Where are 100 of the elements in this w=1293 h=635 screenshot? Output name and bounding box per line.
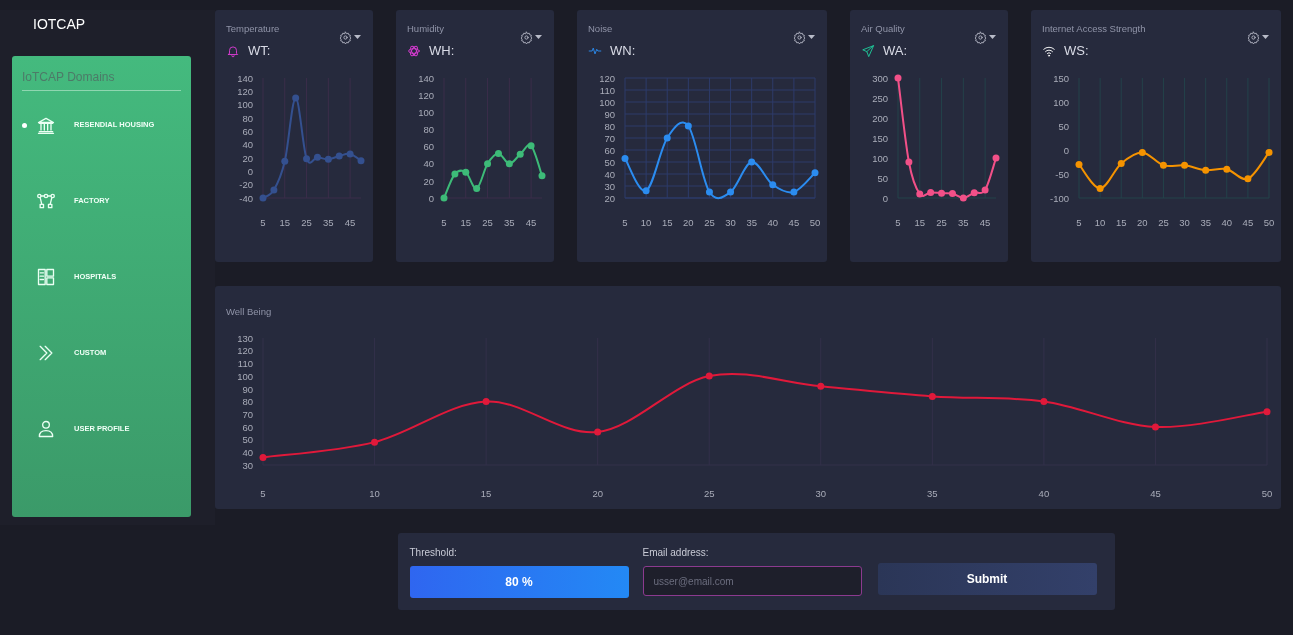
point	[938, 189, 946, 197]
axis-label: 10	[1094, 217, 1106, 228]
point	[817, 382, 825, 390]
axis-label: 35	[927, 488, 938, 499]
point	[505, 160, 513, 168]
point	[1138, 148, 1146, 156]
card-title: Humidity	[407, 22, 444, 36]
point	[621, 154, 629, 162]
settings-icon	[1247, 30, 1260, 44]
axis-label: 110	[237, 358, 253, 370]
axis-label: 80	[242, 112, 253, 124]
axis-label: 30	[604, 180, 615, 192]
axis-label: 45	[788, 217, 800, 228]
field-label: Email address:	[642, 546, 710, 560]
axis-label: 30	[1179, 217, 1190, 228]
point	[1265, 148, 1273, 156]
reading-label: WH:	[429, 42, 455, 61]
axis-label: 120	[599, 72, 615, 84]
axis-label: 70	[604, 132, 615, 144]
selected-dot	[22, 122, 27, 128]
reading-label: WT:	[248, 42, 271, 61]
axis-label: 5	[441, 217, 447, 228]
axis-label: 5	[895, 217, 901, 228]
point	[1263, 408, 1271, 416]
settings-dropdown[interactable]	[793, 30, 815, 44]
point	[1244, 175, 1252, 183]
axis-label: 300	[872, 72, 888, 84]
settings-dropdown[interactable]	[339, 30, 361, 44]
axis-label: 50	[809, 217, 821, 228]
point	[1040, 398, 1048, 405]
axis-label: -40	[239, 192, 253, 204]
axis-label: 5	[260, 217, 266, 228]
point	[324, 155, 332, 163]
axis-label: 45	[344, 217, 356, 228]
point	[748, 158, 756, 166]
axis-label: -20	[239, 179, 253, 191]
point	[538, 172, 546, 180]
point	[259, 194, 267, 202]
caret-icon	[535, 34, 542, 40]
axis-label: 50	[1263, 217, 1275, 228]
axis-label: 5	[1076, 217, 1082, 228]
axis-label: 30	[242, 459, 253, 471]
point	[684, 122, 692, 130]
point	[1096, 184, 1104, 192]
axis-label: 35	[958, 217, 969, 228]
point	[790, 188, 798, 196]
axis-label: 40	[767, 217, 779, 228]
axis-label: 0	[1063, 144, 1069, 156]
axis-label: 50	[877, 172, 888, 184]
axis-label: 25	[482, 217, 493, 228]
axis-label: 15	[460, 217, 472, 228]
axis-label: 90	[604, 108, 615, 120]
settings-icon	[793, 30, 806, 44]
point	[769, 181, 777, 189]
axis-label: 15	[914, 217, 926, 228]
axis-label: 10	[369, 488, 380, 499]
axis-label: 45	[1242, 217, 1254, 228]
point	[992, 154, 1000, 162]
axis-label: 15	[279, 217, 291, 228]
axis-label: 10	[640, 217, 652, 228]
axis-label: 150	[872, 132, 888, 144]
axis-label: 5	[260, 488, 266, 499]
point	[927, 188, 935, 196]
email-field[interactable]: usser@email.com	[642, 566, 862, 596]
settings-dropdown[interactable]	[520, 30, 542, 44]
axis-label: 25	[1158, 217, 1169, 228]
axis-label: 25	[703, 488, 715, 499]
point	[811, 169, 819, 177]
building-icon	[36, 267, 56, 287]
settings-icon	[520, 30, 533, 44]
point	[270, 186, 278, 194]
bell-icon	[226, 44, 240, 58]
axis-label: 25	[936, 217, 947, 228]
axis-label: 40	[242, 139, 253, 151]
axis-label: 100	[237, 370, 253, 382]
settings-dropdown[interactable]	[974, 30, 996, 44]
point	[494, 149, 502, 157]
axis-label: 80	[242, 396, 253, 408]
atom-icon	[407, 44, 421, 58]
submit-button[interactable]: Submit	[877, 563, 1097, 595]
settings-dropdown[interactable]	[1247, 30, 1269, 44]
point	[527, 142, 535, 150]
axis-label: 15	[480, 488, 492, 499]
axis-label: 50	[604, 156, 615, 168]
settings-icon	[339, 30, 352, 44]
axis-label: 35	[504, 217, 515, 228]
caret-icon	[989, 34, 996, 40]
threshold-button[interactable]: 80 %	[409, 566, 629, 598]
point	[705, 372, 713, 380]
axis-label: 140	[418, 72, 434, 84]
point	[1075, 160, 1083, 168]
axis-label: 130	[237, 332, 253, 344]
axis-label: 40	[1221, 217, 1233, 228]
axis-label: 60	[604, 144, 615, 156]
point	[1151, 423, 1159, 431]
axis-label: 60	[423, 141, 434, 153]
axis-label: 110	[599, 84, 615, 96]
axis-label: 120	[237, 86, 253, 98]
caret-icon	[808, 34, 815, 40]
point	[440, 194, 448, 202]
